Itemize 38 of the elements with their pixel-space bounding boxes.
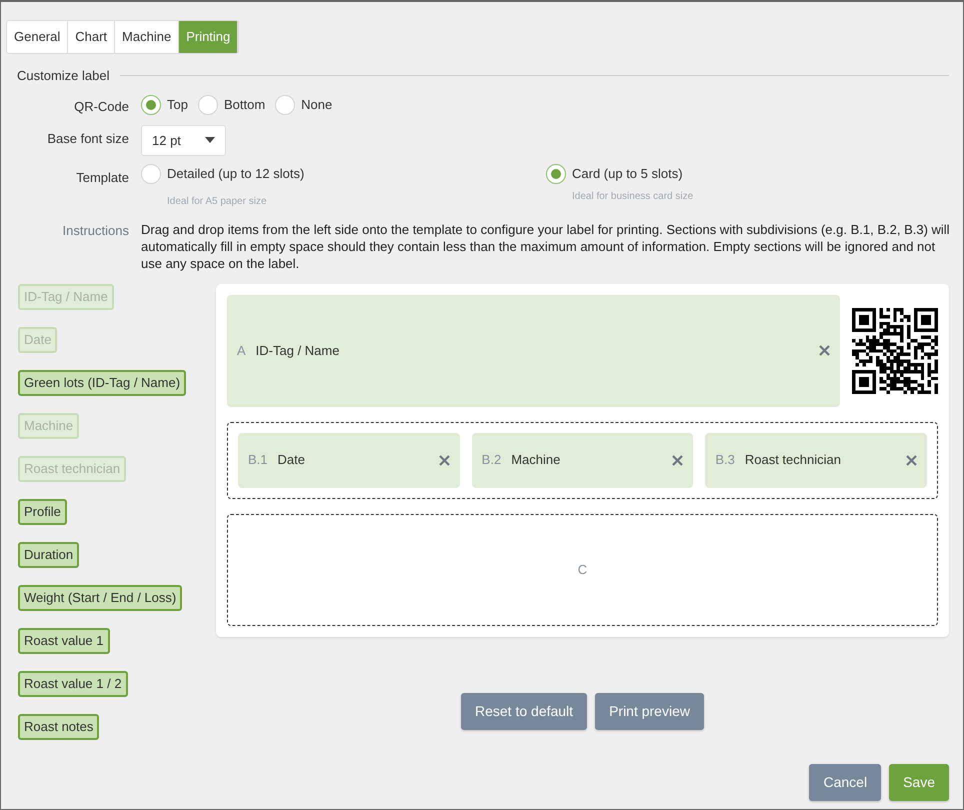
field-label: Base font size xyxy=(46,130,129,148)
option-label: Detailed (up to 12 slots) xyxy=(167,165,304,184)
cancel-button[interactable]: Cancel xyxy=(809,764,882,801)
font-size-dropdown[interactable]: 12 pt xyxy=(141,124,226,156)
draggable-item[interactable]: Weight (Start / End / Loss) xyxy=(18,584,182,610)
slot-letter: B.1 xyxy=(248,451,268,470)
hint-text: Ideal for A5 paper size xyxy=(167,194,268,208)
draggable-item[interactable]: Green lots (ID-Tag / Name) xyxy=(18,370,186,396)
slot-value: Roast technician xyxy=(744,451,842,470)
draggable-item[interactable]: Profile xyxy=(18,498,67,524)
option-label: Bottom xyxy=(224,96,266,114)
section-title: Customize label xyxy=(17,66,110,84)
draggable-item[interactable]: Roast notes xyxy=(18,714,100,740)
action-button[interactable]: Print preview xyxy=(595,692,704,730)
slot-value: Machine xyxy=(511,451,562,470)
template-slot[interactable]: B.3 Roast technician xyxy=(705,432,928,488)
field-label: QR-Code xyxy=(73,98,129,116)
instructions-text: Drag and drop items from the left side onto the template to configure your label for printing. Sections with subdivisions (e.g. B.1, B.2, B.3) will automatically fill in empty space should they contain less than the maximum amount of information. Empty sections will be ignored and not use any space on the label. xyxy=(141,220,951,272)
draggable-item[interactable]: Roast value 1 / 2 xyxy=(18,670,128,696)
slot-value: ID-Tag / Name xyxy=(256,342,340,360)
field-label: Template xyxy=(75,169,129,187)
template-slot[interactable]: A ID-Tag / Name xyxy=(227,294,840,406)
template-slot[interactable]: B.2 Machine xyxy=(472,432,694,488)
slot-letter: B.3 xyxy=(715,451,735,470)
option-label: Top xyxy=(167,96,188,114)
option-label: Card (up to 5 slots) xyxy=(572,165,683,184)
draggable-item[interactable]: Duration xyxy=(18,542,80,568)
field-label: Instructions xyxy=(62,222,129,240)
action-button[interactable]: Reset to default xyxy=(461,692,588,730)
slot-value: Date xyxy=(278,451,306,470)
draggable-item[interactable]: Roast value 1 xyxy=(18,628,110,654)
hint-text: Ideal for business card size xyxy=(572,190,694,204)
template-slot[interactable]: B.1 Date xyxy=(238,432,460,488)
slot-letter: A xyxy=(237,342,246,360)
option-label: None xyxy=(301,96,332,114)
slot-letter: C xyxy=(578,560,588,579)
slot-letter: B.2 xyxy=(482,451,502,470)
tab[interactable]: General xyxy=(7,21,68,52)
